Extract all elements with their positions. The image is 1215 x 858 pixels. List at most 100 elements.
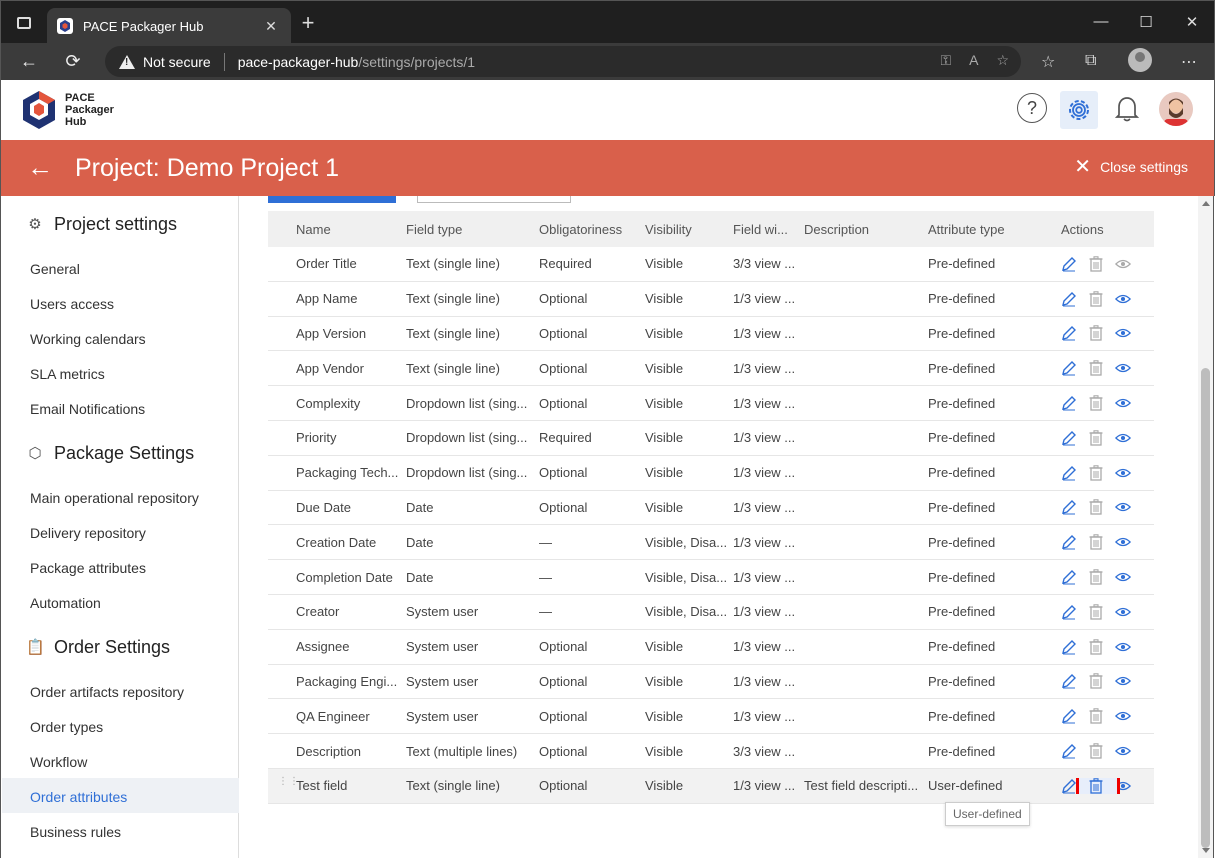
read-aloud-icon[interactable]: A: [969, 52, 978, 69]
add-favorite-icon[interactable]: ☆: [996, 52, 1009, 69]
pencil-icon[interactable]: [1061, 430, 1077, 446]
eye-icon[interactable]: [1115, 430, 1131, 446]
sidebar-item-automation[interactable]: Automation: [30, 595, 101, 611]
sidebar-item-order-types[interactable]: Order types: [30, 719, 103, 735]
table-row[interactable]: Complexity Dropdown list (sing... Optional…: [268, 386, 1154, 421]
col-header-field-width[interactable]: Field wi...: [733, 222, 804, 237]
trash-icon[interactable]: [1088, 604, 1104, 620]
pencil-icon[interactable]: [1061, 534, 1077, 550]
address-input[interactable]: Not secure pace-packager-hub/settings/pr…: [105, 46, 1021, 77]
sidebar-item-main-operational-repository[interactable]: Main operational repository: [30, 490, 199, 506]
table-row[interactable]: Description Text (multiple lines) Optional…: [268, 734, 1154, 769]
back-icon[interactable]: ←: [17, 50, 41, 74]
primary-button-partial[interactable]: [268, 196, 396, 203]
sidebar-item-delivery-repository[interactable]: Delivery repository: [30, 525, 146, 541]
scroll-thumb[interactable]: [1201, 368, 1210, 848]
trash-icon[interactable]: [1088, 743, 1104, 759]
pencil-icon[interactable]: [1061, 499, 1077, 515]
eye-icon[interactable]: [1115, 360, 1131, 376]
help-icon[interactable]: ?: [1017, 93, 1047, 123]
pencil-icon[interactable]: [1061, 465, 1077, 481]
vertical-scrollbar[interactable]: [1198, 196, 1214, 858]
sidebar-item-workflow[interactable]: Workflow: [30, 754, 87, 770]
trash-icon[interactable]: [1088, 464, 1104, 481]
settings-gear-icon[interactable]: [1060, 91, 1098, 129]
pencil-icon[interactable]: [1061, 743, 1077, 759]
eye-icon[interactable]: [1115, 499, 1131, 515]
maximize-icon[interactable]: ☐: [1136, 13, 1156, 31]
sidebar-item-general[interactable]: General: [30, 261, 80, 277]
eye-icon[interactable]: [1115, 395, 1131, 411]
new-tab-icon[interactable]: +: [297, 12, 319, 35]
pencil-icon[interactable]: [1061, 604, 1077, 620]
col-header-description[interactable]: Description: [804, 222, 928, 237]
tab-close-icon[interactable]: ✕: [261, 18, 281, 35]
sidebar-item-working-calendars[interactable]: Working calendars: [30, 331, 146, 347]
table-row[interactable]: Due Date Date Optional Visible 1/3 view ... P…: [268, 491, 1154, 526]
scroll-up-icon[interactable]: [1202, 201, 1210, 206]
outline-button-partial[interactable]: [417, 196, 571, 203]
trash-icon[interactable]: [1088, 430, 1104, 446]
eye-icon[interactable]: [1115, 325, 1131, 341]
col-header-obligatoriness[interactable]: Obligatoriness: [539, 222, 645, 237]
pencil-icon[interactable]: [1061, 360, 1077, 376]
trash-icon[interactable]: [1088, 708, 1104, 724]
col-header-attribute-type[interactable]: Attribute type: [928, 222, 1061, 237]
pace-logo-icon[interactable]: [21, 90, 57, 130]
trash-icon[interactable]: [1088, 673, 1104, 690]
refresh-icon[interactable]: ⟳: [61, 50, 85, 74]
profile-avatar[interactable]: [1128, 48, 1152, 72]
eye-icon[interactable]: [1115, 639, 1131, 655]
browser-tab[interactable]: PACE Packager Hub ✕: [47, 8, 291, 44]
trash-icon[interactable]: [1088, 569, 1104, 585]
eye-icon[interactable]: [1115, 673, 1131, 689]
scroll-down-icon[interactable]: [1202, 848, 1210, 853]
eye-icon[interactable]: [1115, 569, 1131, 585]
pencil-icon[interactable]: [1061, 325, 1077, 341]
sidebar-item-order-attributes[interactable]: Order attributes: [30, 789, 127, 805]
table-row[interactable]: QA Engineer System user Optional Visible 1/3…: [268, 699, 1154, 735]
trash-icon[interactable]: [1088, 534, 1104, 550]
trash-icon[interactable]: [1088, 290, 1104, 307]
back-arrow-icon[interactable]: ←: [27, 152, 53, 183]
pencil-icon[interactable]: [1061, 569, 1077, 585]
table-row[interactable]: Packaging Engi... System user Optional Visi…: [268, 665, 1154, 700]
sidebar-item-users-access[interactable]: Users access: [30, 296, 114, 312]
close-settings-button[interactable]: ✕ Close settings: [1074, 157, 1188, 177]
col-header-visibility[interactable]: Visibility: [645, 222, 733, 237]
sidebar-item-business-rules[interactable]: Business rules: [30, 824, 121, 840]
minimize-icon[interactable]: —: [1091, 13, 1111, 30]
table-row[interactable]: Order Title Text (single line) Required Vis…: [268, 247, 1154, 282]
table-row[interactable]: App Version Text (single line) Optional Vis…: [268, 317, 1154, 352]
sidebar-item-package-attributes[interactable]: Package attributes: [30, 560, 146, 576]
tab-actions-icon[interactable]: [17, 17, 31, 29]
eye-icon[interactable]: [1115, 465, 1131, 481]
trash-icon[interactable]: [1088, 256, 1104, 272]
eye-icon[interactable]: [1115, 604, 1131, 620]
table-row[interactable]: App Vendor Text (single line) Optional Visi…: [268, 351, 1154, 387]
table-row[interactable]: Packaging Tech... Dropdown list (sing... O…: [268, 456, 1154, 491]
key-icon[interactable]: ⚿: [940, 52, 951, 69]
col-header-name[interactable]: Name: [296, 222, 406, 237]
trash-icon[interactable]: [1088, 395, 1104, 411]
table-row[interactable]: Creator System user — Visible, Disa... 1/3 v…: [268, 595, 1154, 630]
eye-icon[interactable]: [1115, 708, 1131, 724]
trash-icon[interactable]: [1088, 360, 1104, 376]
table-row[interactable]: Assignee System user Optional Visible 1/3 vi…: [268, 630, 1154, 665]
table-row[interactable]: Creation Date Date — Visible, Disa... 1/3 vi…: [268, 525, 1154, 561]
trash-icon[interactable]: [1076, 777, 1120, 794]
eye-icon[interactable]: [1115, 291, 1131, 307]
pencil-icon[interactable]: [1061, 256, 1077, 272]
table-row[interactable]: Priority Dropdown list (sing... Required Vi…: [268, 421, 1154, 456]
trash-icon[interactable]: [1088, 499, 1104, 516]
pencil-icon[interactable]: [1061, 778, 1077, 794]
pencil-icon[interactable]: [1061, 291, 1077, 307]
sidebar-item-sla-metrics[interactable]: SLA metrics: [30, 366, 105, 382]
user-avatar[interactable]: [1159, 92, 1193, 126]
table-row[interactable]: ⋮⋮ Test field Text (single line) Optional Vi…: [268, 768, 1154, 804]
table-row[interactable]: App Name Text (single line) Optional Visibl…: [268, 282, 1154, 317]
favorites-icon[interactable]: ☆: [1041, 52, 1055, 72]
pencil-icon[interactable]: [1061, 639, 1077, 655]
more-options-icon[interactable]: ⋯: [1181, 52, 1197, 72]
notifications-bell-icon[interactable]: [1111, 93, 1143, 125]
